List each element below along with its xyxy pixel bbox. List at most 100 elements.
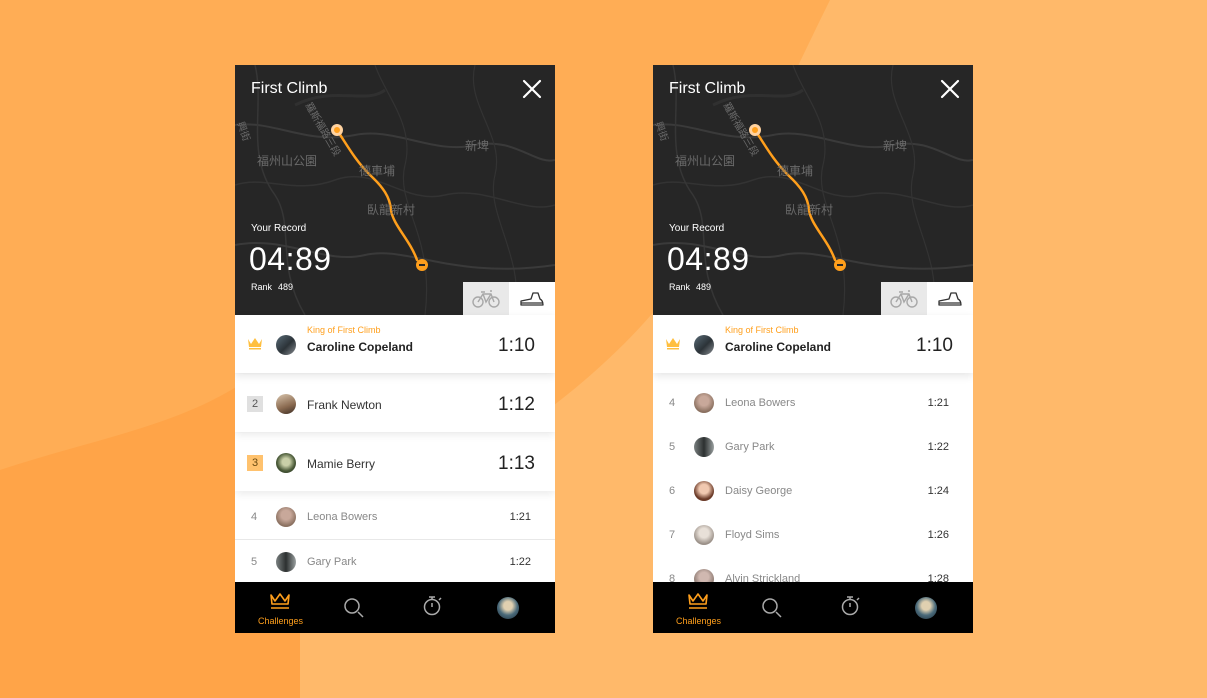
king-time: 1:10 xyxy=(916,335,953,356)
list-item-name: Daisy George xyxy=(725,485,793,497)
background-decoration xyxy=(0,0,1207,698)
list-item-time: 1:26 xyxy=(927,529,949,541)
list-item-name: Gary Park xyxy=(725,441,775,453)
tab-profile[interactable] xyxy=(475,582,555,633)
phone-screen-right: 福州山公園 新埤 德車埔 臥龍新村 羅斯福路三段 興街 First Climb … xyxy=(653,65,973,633)
map-label-district: 新埤 xyxy=(465,138,489,153)
list-item[interactable]: 5 Gary Park 1:22 xyxy=(653,425,973,470)
list-item-time: 1:22 xyxy=(509,556,531,568)
list-item[interactable]: 4 Leona Bowers 1:21 xyxy=(653,381,973,426)
king-row[interactable]: King of First Climb Caroline Copeland 1:… xyxy=(235,315,555,373)
page-title: First Climb xyxy=(251,80,328,97)
tab-challenges-label: Challenges xyxy=(675,616,722,626)
avatar xyxy=(694,525,714,545)
route-map[interactable]: 福州山公園 新埤 德車埔 臥龍新村 羅斯福路三段 興街 First Climb … xyxy=(235,65,555,315)
list-item-rank: 5 xyxy=(669,441,676,453)
stopwatch-icon xyxy=(841,596,860,616)
rank-label: Rank xyxy=(669,282,691,292)
rank-label: Rank xyxy=(251,282,273,292)
map-label-village2: 臥龍新村 xyxy=(367,202,415,217)
mode-run-button[interactable] xyxy=(927,282,973,315)
close-icon[interactable] xyxy=(521,78,543,100)
king-subtitle: King of First Climb xyxy=(307,325,381,335)
tab-bar: Challenges xyxy=(653,582,973,633)
stopwatch-icon xyxy=(423,596,442,616)
search-icon xyxy=(344,598,364,618)
list-item-name: Floyd Sims xyxy=(725,529,780,541)
rank-badge: 2 xyxy=(247,396,263,412)
list-item-time: 1:22 xyxy=(927,441,949,453)
running-shoe-icon xyxy=(938,291,962,306)
search-icon xyxy=(762,598,782,618)
tab-timer[interactable] xyxy=(395,582,475,633)
crown-icon xyxy=(666,338,680,350)
avatar xyxy=(276,394,296,414)
mode-bike-button[interactable] xyxy=(463,282,509,315)
tab-timer[interactable] xyxy=(813,582,893,633)
avatar xyxy=(276,335,296,355)
list-item[interactable]: 6 Daisy George 1:24 xyxy=(653,469,973,514)
avatar xyxy=(694,481,714,501)
avatar xyxy=(694,437,714,457)
list-item-time: 1:12 xyxy=(498,394,535,415)
rank-badge: 3 xyxy=(247,455,263,471)
tab-challenges-label: Challenges xyxy=(257,616,304,626)
tab-search[interactable] xyxy=(315,582,395,633)
record-label: Your Record xyxy=(669,223,725,234)
crown-icon xyxy=(688,593,708,609)
profile-avatar xyxy=(497,597,519,619)
list-item-name: Leona Bowers xyxy=(725,397,796,409)
tab-search[interactable] xyxy=(733,582,813,633)
king-time: 1:10 xyxy=(498,335,535,356)
tab-challenges[interactable]: Challenges xyxy=(653,582,733,633)
list-item[interactable]: 5 Gary Park 1:22 xyxy=(235,540,555,585)
king-name: Caroline Copeland xyxy=(725,340,832,354)
record-label: Your Record xyxy=(251,223,307,234)
list-item[interactable]: 7 Floyd Sims 1:26 xyxy=(653,513,973,558)
avatar xyxy=(276,552,296,572)
rank-value: 489 xyxy=(278,282,294,292)
list-item-time: 1:21 xyxy=(509,511,531,523)
map-label-village1: 德車埔 xyxy=(359,163,395,178)
avatar xyxy=(276,507,296,527)
list-item-rank: 4 xyxy=(669,397,676,409)
list-item-rank-3[interactable]: 3 Mamie Berry 1:13 xyxy=(235,433,555,491)
bike-icon xyxy=(472,289,500,308)
list-item-rank-2[interactable]: 2 Frank Newton 1:12 xyxy=(235,374,555,432)
list-item-time: 1:24 xyxy=(927,485,949,497)
map-label-district: 新埤 xyxy=(883,138,907,153)
list-item-time: 1:13 xyxy=(498,453,535,474)
crown-icon xyxy=(270,593,290,609)
list-item-rank: 5 xyxy=(251,556,258,568)
record-time: 04:89 xyxy=(249,241,332,277)
avatar xyxy=(694,335,714,355)
avatar xyxy=(276,453,296,473)
map-label-park: 福州山公園 xyxy=(257,153,317,168)
close-icon[interactable] xyxy=(939,78,961,100)
tab-bar: Challenges xyxy=(235,582,555,633)
mode-bike-button[interactable] xyxy=(881,282,927,315)
list-item-name: Gary Park xyxy=(307,556,357,568)
map-label-park: 福州山公園 xyxy=(675,153,735,168)
running-shoe-icon xyxy=(520,291,544,306)
list-item-rank: 4 xyxy=(251,511,258,523)
list-item[interactable]: 4 Leona Bowers 1:21 xyxy=(235,495,555,540)
list-item-time: 1:21 xyxy=(927,397,949,409)
king-name: Caroline Copeland xyxy=(307,340,414,354)
avatar xyxy=(694,393,714,413)
list-item-name: Leona Bowers xyxy=(307,511,378,523)
king-subtitle: King of First Climb xyxy=(725,325,799,335)
list-item-rank: 6 xyxy=(669,485,676,497)
king-row[interactable]: King of First Climb Caroline Copeland 1:… xyxy=(653,315,973,373)
rank-value: 489 xyxy=(696,282,712,292)
rank-info: Rank 489 xyxy=(251,282,299,292)
tab-challenges[interactable]: Challenges xyxy=(235,582,315,633)
rank-info: Rank 489 xyxy=(669,282,717,292)
page-title: First Climb xyxy=(669,80,746,97)
tab-profile[interactable] xyxy=(893,582,973,633)
route-map[interactable]: 福州山公園 新埤 德車埔 臥龍新村 羅斯福路三段 興街 First Climb … xyxy=(653,65,973,315)
phone-screen-left: 福州山公園 新埤 德車埔 臥龍新村 羅斯福路三段 興街 First Climb … xyxy=(235,65,555,633)
mode-run-button[interactable] xyxy=(509,282,555,315)
record-time: 04:89 xyxy=(667,241,750,277)
crown-icon xyxy=(248,338,262,350)
